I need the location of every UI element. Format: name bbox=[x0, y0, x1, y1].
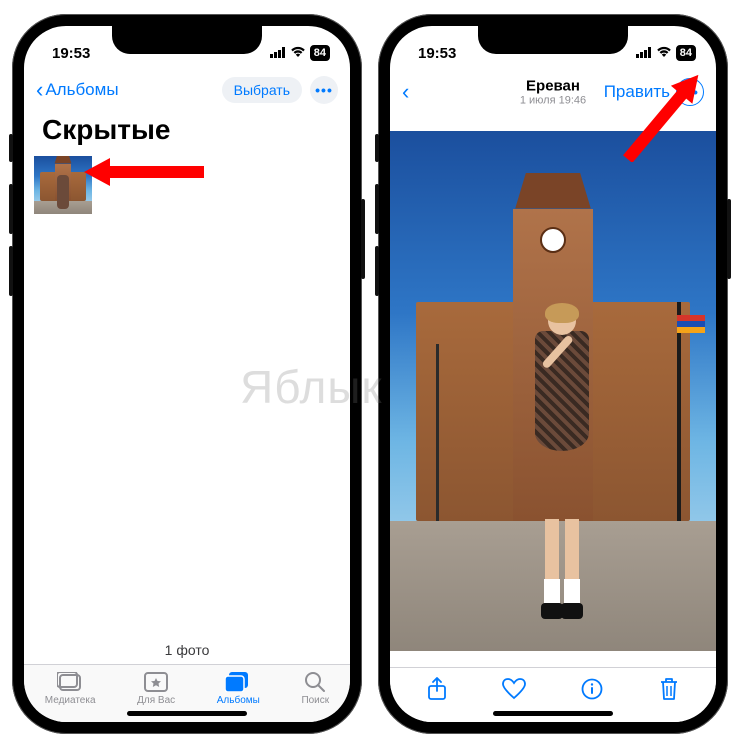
status-time: 19:53 bbox=[418, 45, 456, 62]
select-button[interactable]: Выбрать bbox=[222, 77, 302, 103]
photo-image bbox=[390, 131, 716, 651]
phone-frame-left: 19:53 84 ‹ Альбомы Выбрать ••• bbox=[12, 14, 362, 734]
tab-search[interactable]: Поиск bbox=[301, 671, 329, 706]
tab-label: Для Вас bbox=[137, 695, 175, 706]
cellular-icon bbox=[270, 45, 286, 62]
photo-count: 1 фото bbox=[24, 636, 350, 664]
chevron-left-icon: ‹ bbox=[402, 81, 409, 103]
page-title: Скрытые bbox=[24, 110, 350, 154]
tab-label: Медиатека bbox=[45, 695, 96, 706]
albums-icon bbox=[225, 671, 251, 693]
wifi-icon bbox=[290, 45, 306, 62]
chevron-left-icon: ‹ bbox=[36, 79, 43, 101]
favorite-button[interactable] bbox=[499, 678, 529, 704]
more-button[interactable]: ••• bbox=[310, 76, 338, 104]
home-indicator[interactable] bbox=[127, 711, 247, 716]
cellular-icon bbox=[636, 45, 652, 62]
share-button[interactable] bbox=[422, 678, 452, 704]
photo-viewer[interactable] bbox=[390, 114, 716, 667]
photo-title: Ереван bbox=[520, 78, 586, 95]
library-icon bbox=[57, 671, 83, 693]
notch bbox=[478, 26, 628, 54]
back-label: Альбомы bbox=[45, 80, 118, 100]
foryou-icon bbox=[143, 671, 169, 693]
info-button[interactable] bbox=[577, 678, 607, 704]
tab-library[interactable]: Медиатека bbox=[45, 671, 96, 706]
photo-subtitle: 1 июля 19:46 bbox=[520, 95, 586, 107]
heart-icon bbox=[502, 678, 526, 705]
tab-label: Альбомы bbox=[217, 695, 260, 706]
search-icon bbox=[302, 671, 328, 693]
nav-bar: ‹ Альбомы Выбрать ••• bbox=[24, 70, 350, 110]
tab-foryou[interactable]: Для Вас bbox=[137, 671, 175, 706]
annotation-arrow-left bbox=[84, 152, 204, 192]
info-icon bbox=[581, 678, 603, 705]
wifi-icon bbox=[656, 45, 672, 62]
screen-left: 19:53 84 ‹ Альбомы Выбрать ••• bbox=[24, 26, 350, 722]
share-icon bbox=[427, 677, 447, 706]
status-time: 19:53 bbox=[52, 45, 90, 62]
home-indicator[interactable] bbox=[493, 711, 613, 716]
tab-label: Поиск bbox=[301, 695, 329, 706]
notch bbox=[112, 26, 262, 54]
back-button[interactable]: ‹ Альбомы bbox=[36, 79, 119, 101]
battery-icon: 84 bbox=[676, 45, 696, 61]
ellipsis-icon: ••• bbox=[315, 82, 333, 98]
battery-icon: 84 bbox=[310, 45, 330, 61]
back-button[interactable]: ‹ bbox=[402, 81, 409, 103]
trash-icon bbox=[659, 677, 679, 706]
tab-albums[interactable]: Альбомы bbox=[217, 671, 260, 706]
annotation-arrow-right bbox=[608, 72, 718, 162]
delete-button[interactable] bbox=[654, 678, 684, 704]
